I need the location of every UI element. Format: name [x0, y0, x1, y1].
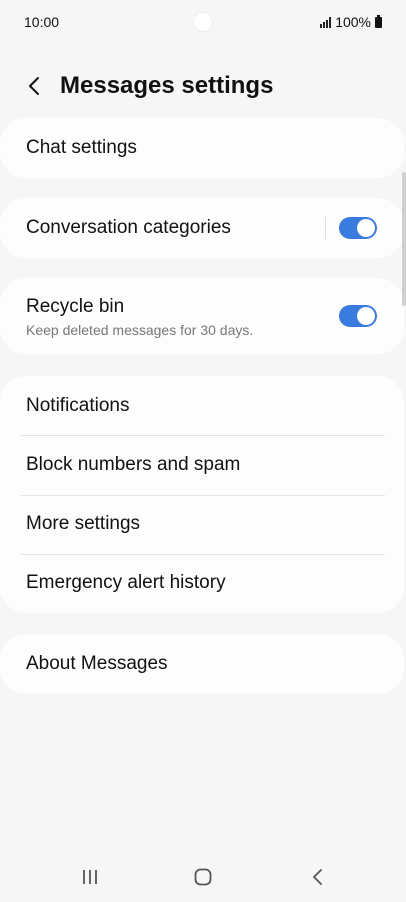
about-messages-card: About Messages	[0, 634, 404, 694]
back-arrow-icon[interactable]	[20, 70, 48, 102]
front-camera	[193, 12, 213, 32]
conversation-categories-label: Conversation categories	[26, 217, 231, 238]
toggle-divider	[325, 217, 326, 239]
recycle-bin-toggle[interactable]	[339, 305, 377, 327]
chat-settings-item[interactable]: Chat settings	[0, 118, 404, 178]
scrollbar[interactable]	[402, 172, 406, 306]
conversation-categories-card: Conversation categories	[0, 198, 404, 258]
recycle-bin-card: Recycle bin Keep deleted messages for 30…	[0, 278, 404, 354]
general-settings-card: Notifications Block numbers and spam Mor…	[0, 376, 404, 613]
conversation-categories-item[interactable]: Conversation categories	[0, 198, 404, 258]
navigation-bar	[0, 855, 406, 899]
block-numbers-label: Block numbers and spam	[26, 454, 241, 475]
about-messages-label: About Messages	[26, 653, 168, 674]
toggle-knob	[357, 219, 375, 237]
recycle-bin-subtitle: Keep deleted messages for 30 days.	[26, 322, 254, 338]
about-messages-item[interactable]: About Messages	[0, 634, 404, 694]
page-title: Messages settings	[60, 72, 274, 99]
status-bar: 10:00 100%	[0, 0, 406, 44]
recycle-bin-label: Recycle bin	[26, 296, 125, 317]
header: Messages settings	[0, 64, 406, 108]
emergency-alert-history-label: Emergency alert history	[26, 572, 226, 593]
status-icons: 100%	[320, 14, 382, 30]
notifications-label: Notifications	[26, 395, 130, 416]
signal-icon	[320, 16, 332, 28]
conversation-categories-toggle[interactable]	[339, 217, 377, 239]
more-settings-item[interactable]: More settings	[0, 496, 404, 554]
recycle-bin-item[interactable]: Recycle bin Keep deleted messages for 30…	[0, 278, 404, 354]
chat-settings-label: Chat settings	[26, 137, 137, 158]
battery-icon	[375, 14, 382, 28]
recents-icon[interactable]	[80, 869, 100, 885]
emergency-alert-history-item[interactable]: Emergency alert history	[0, 555, 404, 613]
toggle-knob	[357, 307, 375, 325]
back-icon[interactable]	[310, 867, 326, 887]
block-numbers-item[interactable]: Block numbers and spam	[0, 436, 404, 495]
battery-percentage: 100%	[335, 14, 371, 30]
more-settings-label: More settings	[26, 513, 141, 534]
chat-settings-card: Chat settings	[0, 118, 404, 178]
notifications-item[interactable]: Notifications	[0, 376, 404, 435]
status-time: 10:00	[24, 14, 60, 30]
home-icon[interactable]	[194, 868, 212, 886]
